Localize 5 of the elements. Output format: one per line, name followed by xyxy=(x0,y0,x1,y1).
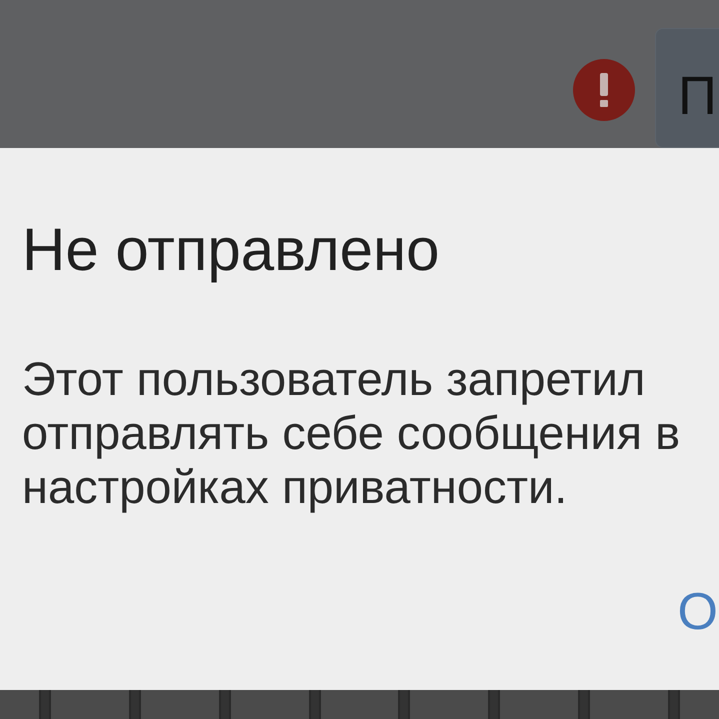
dialog-message: Этот пользователь запретил отправлять себе сообщения в настройках приватности. xyxy=(22,352,682,514)
message-bubble[interactable]: П xyxy=(655,28,719,148)
error-icon xyxy=(573,59,635,121)
dialog-title: Не отправлено xyxy=(22,215,441,285)
dialog-button[interactable]: О xyxy=(678,584,718,640)
